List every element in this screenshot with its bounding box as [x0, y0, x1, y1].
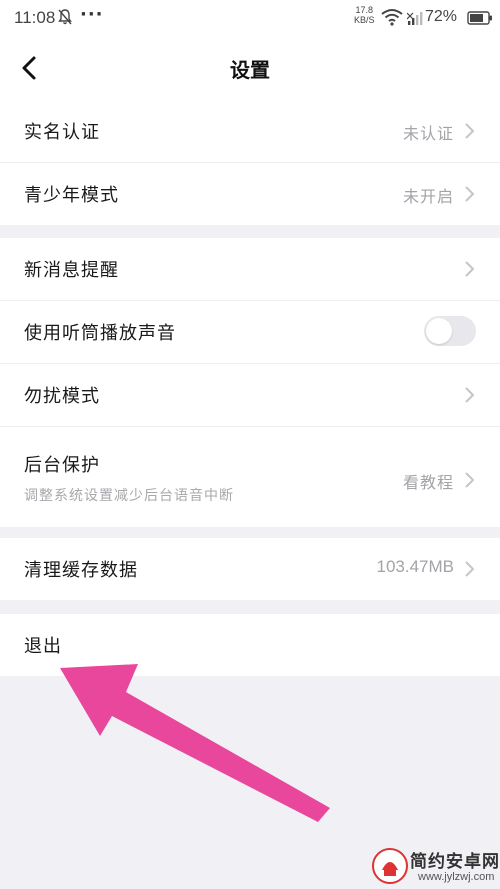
row-label: 后台保护 — [24, 455, 100, 476]
chevron-right-icon — [464, 260, 476, 278]
earpiece-toggle[interactable] — [424, 316, 476, 346]
watermark-logo-icon — [372, 848, 408, 884]
row-logout[interactable]: 退出 — [0, 614, 500, 676]
watermark-text: 简约安卓网 — [410, 852, 500, 872]
wifi-icon — [381, 8, 403, 30]
watermark: 简约安卓网 www.jylzwj.com — [368, 843, 500, 889]
row-label: 勿扰模式 — [24, 386, 100, 407]
chevron-right-icon — [464, 185, 476, 203]
annotation-arrow-shape — [60, 664, 330, 822]
chevron-right-icon — [464, 471, 476, 489]
row-label: 新消息提醒 — [24, 260, 119, 281]
row-label: 清理缓存数据 — [24, 560, 138, 581]
chevron-right-icon — [464, 122, 476, 140]
network-speed-unit: KB/S — [354, 15, 375, 25]
toggle-knob — [426, 318, 452, 344]
row-background-protection[interactable]: 后台保护 调整系统设置减少后台语音中断 看教程 — [0, 427, 500, 527]
battery-percent: 72% — [425, 8, 458, 25]
page-title: 设置 — [230, 58, 270, 82]
row-sublabel: 调整系统设置减少后台语音中断 — [24, 488, 234, 504]
row-label: 青少年模式 — [24, 185, 119, 206]
battery-icon — [467, 10, 493, 29]
chevron-right-icon — [464, 386, 476, 404]
row-clear-cache[interactable]: 清理缓存数据 103.47MB — [0, 538, 500, 600]
row-value: 103.47MB — [376, 557, 455, 576]
row-value: 看教程 — [402, 473, 454, 492]
row-value: 未开启 — [402, 187, 454, 206]
bell-muted-icon — [58, 9, 72, 29]
settings-group-storage: 清理缓存数据 103.47MB — [0, 538, 500, 600]
network-speed: 17.8 KB/S — [354, 5, 375, 25]
watermark-url: www.jylzwj.com — [418, 871, 495, 883]
row-do-not-disturb[interactable]: 勿扰模式 — [0, 364, 500, 427]
settings-group-logout: 退出 — [0, 614, 500, 676]
row-new-message-alert[interactable]: 新消息提醒 — [0, 238, 500, 301]
status-time: 11:08 — [14, 8, 56, 27]
row-real-name-verification[interactable]: 实名认证 未认证 — [0, 100, 500, 163]
settings-group-account: 实名认证 未认证 青少年模式 未开启 — [0, 100, 500, 225]
cell-signal-icon — [406, 10, 423, 29]
network-speed-value: 17.8 — [355, 5, 374, 15]
logout-label: 退出 — [24, 636, 62, 657]
status-bar: 11:08 ··· 17.8 KB/S 72% — [0, 0, 500, 36]
settings-group-notifications: 新消息提醒 使用听筒播放声音 勿扰模式 后台保护 调整系统设置减少后台语音中断 … — [0, 238, 500, 527]
chevron-right-icon — [464, 560, 476, 578]
row-teen-mode[interactable]: 青少年模式 未开启 — [0, 163, 500, 225]
row-label: 使用听筒播放声音 — [24, 323, 176, 344]
row-earpiece-playback: 使用听筒播放声音 — [0, 301, 500, 364]
row-value: 未认证 — [402, 124, 454, 143]
row-label: 实名认证 — [24, 122, 100, 143]
status-overflow-dots: ··· — [80, 4, 104, 25]
navigation-bar: 设置 — [0, 36, 500, 100]
